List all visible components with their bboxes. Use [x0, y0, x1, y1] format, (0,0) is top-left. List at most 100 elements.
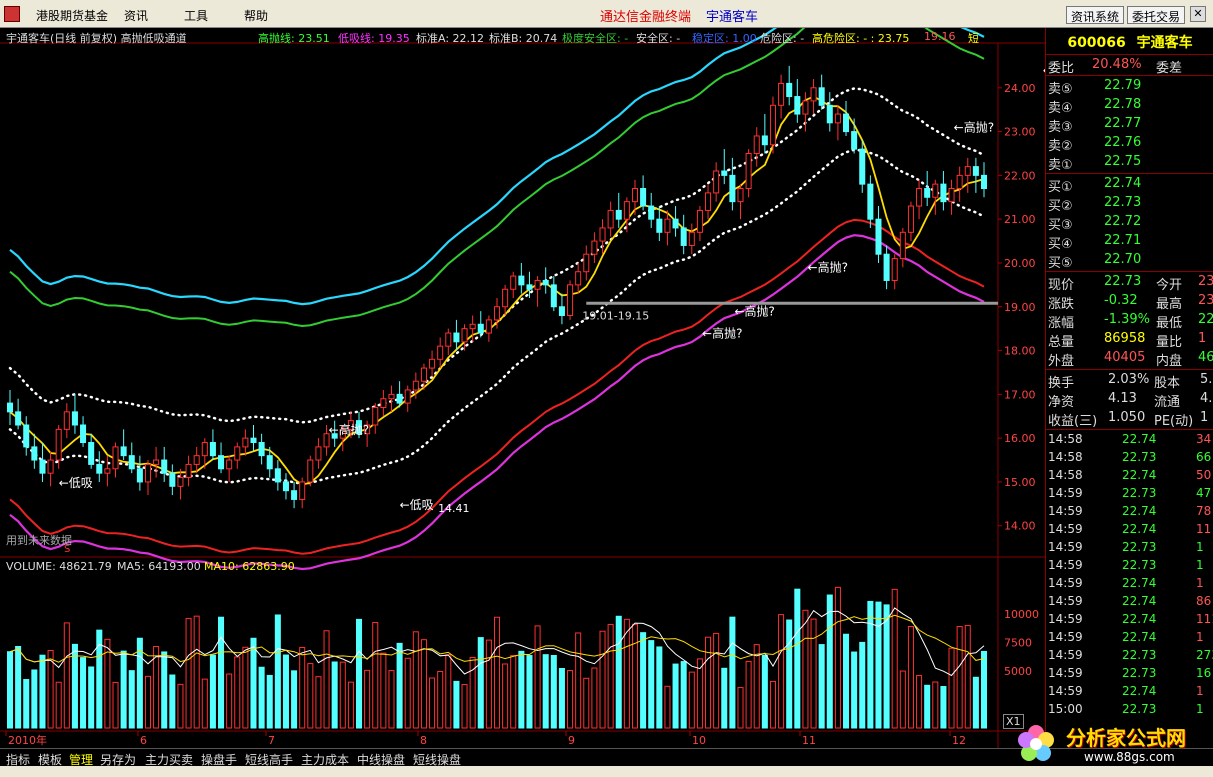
candle-body	[672, 218, 679, 229]
ask-row[interactable]: 卖⑤ 22.79	[1046, 77, 1213, 97]
indicator-field: 安全区: -	[636, 32, 681, 45]
divider	[1046, 75, 1213, 76]
candle-body	[542, 279, 549, 286]
candle-body	[112, 446, 119, 470]
candle-body	[696, 209, 703, 233]
stat-label: 涨跌	[1048, 297, 1075, 312]
volume-bar	[818, 644, 825, 729]
candle-body	[39, 459, 46, 474]
volume-bar	[948, 647, 955, 729]
volume-axis-label: 10000	[1004, 608, 1039, 621]
volume-bar	[356, 618, 363, 729]
volume-bar	[843, 633, 850, 729]
volume-bar	[672, 663, 679, 729]
volume-bar	[583, 677, 590, 729]
candle-body	[502, 288, 509, 308]
ask-label: 卖④	[1048, 101, 1073, 116]
kline-chart[interactable]: 24.00 23.00 22.00 21.00 20.00 19.00 18.00 17.00…	[0, 28, 1045, 748]
candle-body	[656, 218, 663, 233]
bid-label: 买③	[1048, 218, 1073, 233]
bid-row[interactable]: 买② 22.73	[1046, 194, 1213, 214]
volume-bar	[631, 623, 638, 729]
volume-bar	[518, 650, 525, 729]
chart-title: 宇通客车(日线 前复权) 高抛低吸通道	[6, 32, 187, 45]
candle-body	[469, 323, 476, 330]
candle-body	[518, 275, 525, 286]
chart-area[interactable]: 24.00 23.00 22.00 21.00 20.00 19.00 18.00 17.00…	[0, 28, 1045, 748]
stat-value: -1.39%	[1104, 312, 1150, 327]
bid-row[interactable]: 买③ 22.72	[1046, 213, 1213, 233]
stat-row: 涨幅 -1.39% 最低 22	[1046, 311, 1213, 331]
candle-body	[510, 275, 517, 290]
ask-row[interactable]: 卖① 22.75	[1046, 153, 1213, 173]
menu-bar: 港股期货基金 资讯 工具 帮助 通达信金融终端 宇通客车 资讯系统 委托交易 ✕	[0, 0, 1213, 28]
ask-price: 22.75	[1104, 154, 1142, 169]
candle-body	[680, 227, 687, 246]
ask-label: 卖⑤	[1048, 82, 1073, 97]
volume-bar	[599, 630, 606, 729]
ask-row[interactable]: 卖④ 22.78	[1046, 96, 1213, 116]
candle-body	[71, 411, 78, 426]
volume-bar	[218, 616, 225, 729]
watermark-title: 分析家公式网	[1066, 726, 1186, 750]
candle-body	[23, 424, 30, 448]
buy-hint-label: ←低吸	[59, 476, 93, 490]
candle-body	[80, 424, 87, 444]
bid-row[interactable]: 买① 22.74	[1046, 175, 1213, 195]
bid-row[interactable]: 买④ 22.71	[1046, 232, 1213, 252]
candle-body	[437, 345, 444, 360]
menu-item-tools[interactable]: 工具	[184, 7, 208, 24]
volume-bar	[258, 666, 265, 729]
tick-volume: 273	[1196, 648, 1213, 662]
menu-item-help[interactable]: 帮助	[244, 7, 268, 24]
close-icon[interactable]: ✕	[1190, 6, 1206, 22]
ask-row[interactable]: 卖③ 22.77	[1046, 115, 1213, 135]
candle-body	[940, 183, 947, 203]
app-title: 通达信金融终端	[600, 10, 692, 25]
time-axis-label: 8	[420, 734, 427, 747]
candle-body	[591, 240, 598, 255]
sell-hint-label: ←高抛?	[735, 304, 775, 319]
bid-label: 买②	[1048, 199, 1073, 214]
volume-bar	[23, 679, 30, 729]
time-axis-label: 11	[802, 734, 816, 747]
candle-body	[185, 463, 192, 479]
candle-body	[282, 481, 289, 492]
news-system-button[interactable]: 资讯系统	[1066, 6, 1125, 24]
bid-row[interactable]: 买⑤ 22.70	[1046, 251, 1213, 271]
volume-bar	[615, 615, 622, 729]
candle-body	[810, 87, 817, 102]
candle-body	[6, 402, 14, 413]
volume-bar	[242, 646, 249, 729]
tick-time: 14:58	[1048, 468, 1083, 482]
indicator-field: 19.16	[924, 30, 956, 43]
tick-row: 14:59 22.73 16	[1046, 665, 1213, 683]
tick-row: 14:59 22.73 273	[1046, 647, 1213, 665]
candle-body	[631, 188, 638, 203]
volume-bar	[437, 670, 444, 729]
tick-volume: 1	[1196, 558, 1204, 572]
volume-bar	[753, 644, 760, 729]
candle-body	[120, 446, 127, 457]
menu-item-news[interactable]: 资讯	[124, 7, 148, 24]
candle-body	[47, 459, 54, 474]
stock-name: 宇通客车	[1136, 35, 1193, 51]
candle-body	[404, 389, 411, 404]
volume-bar	[591, 667, 598, 729]
volume-bar	[15, 645, 22, 729]
candle-body	[956, 174, 963, 190]
trade-button[interactable]: 委托交易	[1127, 6, 1186, 24]
volume-bar	[477, 637, 484, 729]
menu-item-hk-futures[interactable]: 港股期货基金	[36, 7, 108, 24]
indicator-field: 危险区: -	[760, 32, 805, 45]
stat-value: 46	[1198, 350, 1213, 365]
volume-bar	[729, 616, 736, 729]
tick-price: 22.73	[1122, 540, 1157, 554]
buy-hint-label: ←低吸	[400, 498, 434, 512]
app-icon[interactable]	[4, 6, 20, 22]
stat-value: 2.03%	[1108, 372, 1150, 387]
watermark-logo: 分析家公式网 www.88gs.com	[1010, 718, 1213, 770]
stat-value: 86958	[1104, 331, 1146, 346]
candle-body	[104, 468, 111, 474]
ask-row[interactable]: 卖② 22.76	[1046, 134, 1213, 154]
